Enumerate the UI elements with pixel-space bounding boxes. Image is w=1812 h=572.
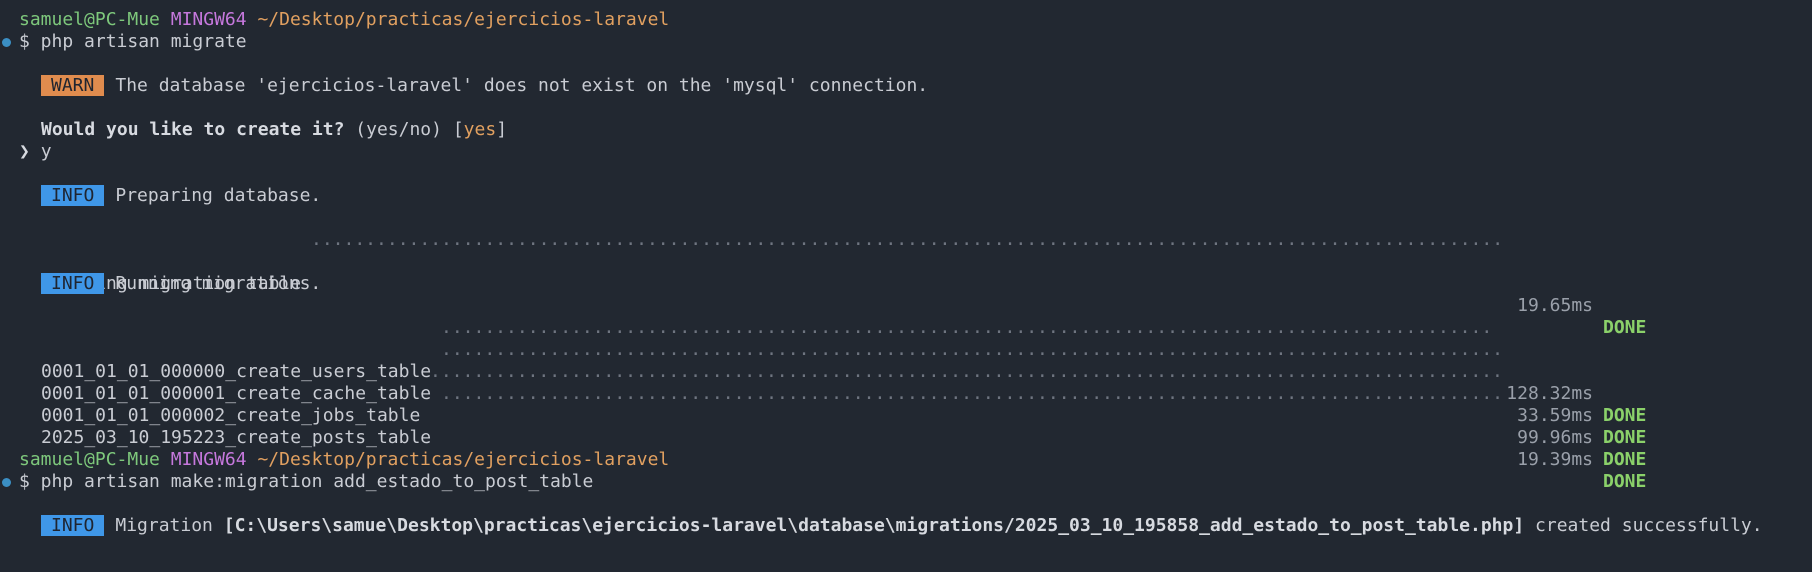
info-message: Running migrations. <box>115 273 322 294</box>
prompt-status-dot-icon[interactable] <box>2 38 11 47</box>
info-line: INFO Running migrations. <box>0 273 1812 295</box>
answer-value: y <box>40 141 52 162</box>
leader-dots: ........................................… <box>441 383 1507 404</box>
chevron-right-icon: ❯ <box>19 141 30 162</box>
command-line: $ php artisan migrate <box>0 31 1812 53</box>
migration-row: ........................................… <box>0 339 1812 448</box>
info-line: INFO Preparing database. <box>0 185 1812 207</box>
info-line: INFO Migration [C:\Users\samue\Desktop\pr… <box>0 515 1812 537</box>
leader-dots: ........................................… <box>430 361 1507 382</box>
prompt-user-host: samuel@PC-Mue <box>19 449 160 470</box>
leader-dots: ........................................… <box>441 317 1496 338</box>
question-options: (yes/no) <box>355 119 442 140</box>
migration-path: [C:\Users\samue\Desktop\practicas\ejerci… <box>223 515 1525 536</box>
prompt-cwd: ~/Desktop/practicas/ejercicios-laravel <box>257 9 670 30</box>
task-time: 19.65ms <box>1517 295 1593 316</box>
prompt-cwd: ~/Desktop/practicas/ejercicios-laravel <box>257 449 670 470</box>
prompt-line: samuel@PC-Mue MINGW64 ~/Desktop/practica… <box>0 449 1812 471</box>
migration-row: ........................................… <box>0 317 1812 426</box>
warn-message: The database 'ejercicios-laravel' does n… <box>115 75 929 96</box>
question-line: Would you like to create it? (yes/no) [y… <box>0 119 1812 141</box>
command-line: $ php artisan make:migration add_estado_… <box>0 471 1812 493</box>
warn-badge: WARN <box>41 75 105 96</box>
info-badge: INFO <box>41 515 105 536</box>
migration-row: ........................................… <box>0 361 1812 470</box>
question-bracket-close: ] <box>496 119 508 140</box>
prompt-user-host: samuel@PC-Mue <box>19 9 160 30</box>
migration-table-row: ........................................… <box>0 229 1812 338</box>
prompt-status-dot-icon[interactable] <box>2 478 11 487</box>
prompt-line: samuel@PC-Mue MINGW64 ~/Desktop/practica… <box>0 9 1812 31</box>
migration-status: DONE <box>1603 405 1647 426</box>
leader-dots: ........................................… <box>311 229 1507 250</box>
info-badge: INFO <box>41 273 105 294</box>
terminal-window[interactable]: samuel@PC-Mue MINGW64 ~/Desktop/practica… <box>0 0 1812 572</box>
migration-time: 99.96ms <box>1517 427 1593 448</box>
question-default: yes <box>463 119 497 140</box>
command-text: $ php artisan make:migration add_estado_… <box>19 471 594 492</box>
question-bracket-open: [ <box>452 119 464 140</box>
migration-time: 33.59ms <box>1517 405 1593 426</box>
leader-dots: ........................................… <box>441 339 1507 360</box>
prompt-shell: MINGW64 <box>170 9 247 30</box>
migration-name: 2025_03_10_195223_create_posts_table <box>41 427 432 448</box>
info-suffix: created successfully. <box>1535 515 1763 536</box>
answer-line: ❯ y <box>0 141 1812 163</box>
migration-name: 0001_01_01_000002_create_jobs_table <box>41 405 421 426</box>
command-text: $ php artisan migrate <box>19 31 247 52</box>
info-prefix: Migration <box>115 515 213 536</box>
migration-row: ........................................… <box>0 383 1812 492</box>
warn-line: WARN The database 'ejercicios-laravel' do… <box>0 75 1812 97</box>
info-message: Preparing database. <box>115 185 322 206</box>
info-badge: INFO <box>41 185 105 206</box>
migration-status: DONE <box>1603 427 1647 448</box>
question-text: Would you like to create it? <box>41 119 345 140</box>
prompt-shell: MINGW64 <box>170 449 247 470</box>
